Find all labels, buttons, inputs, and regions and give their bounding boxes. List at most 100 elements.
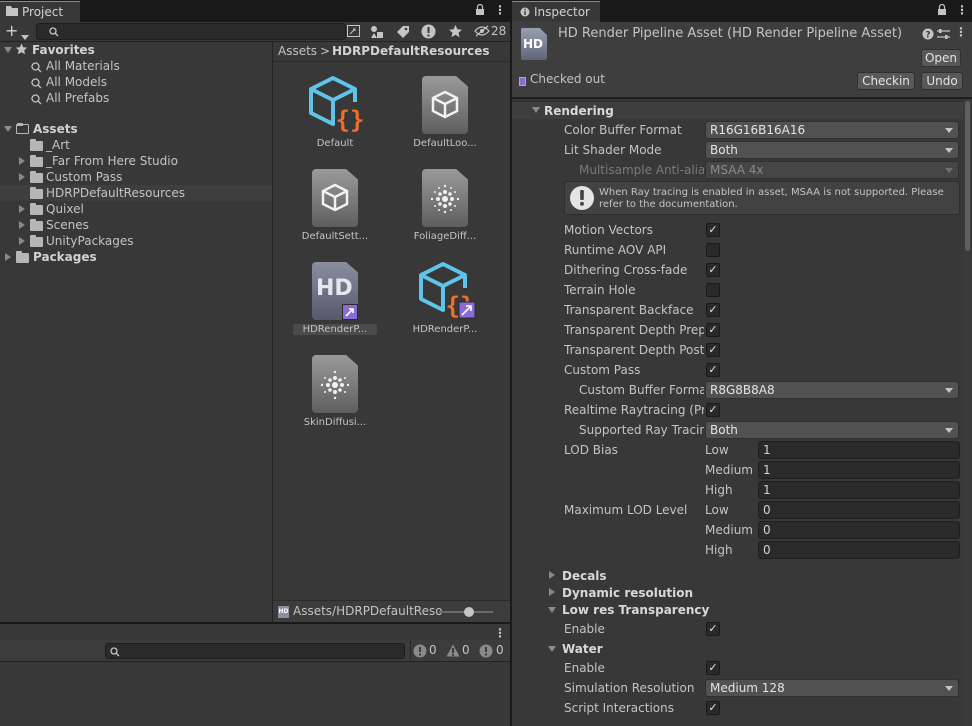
- kebab-menu-icon[interactable]: ⋮: [956, 3, 968, 17]
- breadcrumb-separator: >: [320, 44, 331, 58]
- color-buffer-format-dropdown[interactable]: R16G16B16A16: [705, 121, 959, 139]
- preset-icon[interactable]: [937, 28, 950, 43]
- chevron-down-icon: [945, 148, 953, 153]
- folder-item[interactable]: _Art: [0, 137, 272, 153]
- low-res-enable-checkbox[interactable]: ✓: [706, 622, 720, 636]
- transparent-backface-checkbox[interactable]: ✓: [706, 303, 720, 317]
- kebab-menu-icon[interactable]: ⋮: [494, 626, 506, 640]
- asset-item[interactable]: DefaultLoo...: [403, 76, 487, 149]
- chevron-right-icon[interactable]: [549, 571, 555, 579]
- decals-foldout[interactable]: Decals: [512, 567, 963, 584]
- label-filter-icon[interactable]: [396, 25, 410, 42]
- chevron-right-icon[interactable]: [19, 237, 25, 245]
- folder-item[interactable]: UnityPackages: [0, 233, 272, 249]
- motion-vectors-checkbox[interactable]: ✓: [706, 223, 720, 237]
- project-search-input[interactable]: [36, 23, 346, 40]
- folder-icon: [16, 251, 29, 263]
- info-filter-icon[interactable]: [479, 644, 493, 661]
- lod-bias-medium-field[interactable]: 1: [758, 461, 960, 479]
- favorites-row[interactable]: Favorites: [0, 42, 272, 58]
- lod-bias-high-field[interactable]: 1: [758, 481, 960, 499]
- chevron-down-icon[interactable]: [4, 47, 12, 53]
- kebab-menu-icon[interactable]: ⋮: [955, 25, 967, 39]
- console-search-input[interactable]: [105, 643, 405, 659]
- chevron-right-icon[interactable]: [19, 221, 25, 229]
- chevron-right-icon[interactable]: [549, 588, 555, 596]
- help-icon[interactable]: ?: [922, 28, 934, 43]
- max-lod-high-field[interactable]: 0: [758, 541, 960, 559]
- search-by-type-icon[interactable]: [347, 25, 361, 41]
- chevron-down-icon[interactable]: [4, 126, 12, 132]
- warning-helpbox: When Ray tracing is enabled in asset, MS…: [564, 181, 960, 215]
- asset-item[interactable]: SkinDiffusi...: [293, 355, 377, 428]
- transparent-depth-postpass-checkbox[interactable]: ✓: [706, 343, 720, 357]
- water-enable-checkbox[interactable]: ✓: [706, 661, 720, 675]
- folder-label: Scenes: [46, 218, 89, 232]
- realtime-raytracing-checkbox[interactable]: ✓: [706, 403, 720, 417]
- favorite-item[interactable]: All Models: [0, 74, 272, 90]
- filter-type-icon[interactable]: [370, 25, 384, 42]
- folder-item[interactable]: _Far From Here Studio: [0, 153, 272, 169]
- assets-row[interactable]: Assets: [0, 121, 272, 137]
- dynamic-resolution-foldout[interactable]: Dynamic resolution: [512, 584, 963, 601]
- folder-icon: [30, 155, 43, 167]
- error-filter-icon[interactable]: [413, 644, 427, 661]
- scrollbar-thumb[interactable]: [965, 101, 970, 251]
- chevron-down-icon[interactable]: [21, 29, 29, 43]
- asset-item[interactable]: {} Default: [293, 76, 377, 149]
- packages-row[interactable]: Packages: [0, 249, 272, 265]
- folder-item-selected[interactable]: HDRPDefaultResources: [0, 185, 272, 201]
- low-res-transparency-foldout[interactable]: Low res Transparency: [512, 601, 963, 618]
- runtime-aov-checkbox[interactable]: [706, 243, 720, 257]
- asset-item[interactable]: DefaultSett...: [293, 169, 377, 242]
- hd-asset-icon: HD: [278, 606, 289, 618]
- lit-shader-mode-dropdown[interactable]: Both: [705, 141, 959, 159]
- script-interactions-checkbox[interactable]: ✓: [706, 701, 720, 715]
- transparent-depth-prepass-checkbox[interactable]: ✓: [706, 323, 720, 337]
- zoom-slider-thumb[interactable]: [463, 607, 474, 617]
- favorite-item[interactable]: All Materials: [0, 58, 272, 74]
- kebab-menu-icon[interactable]: ⋮: [494, 3, 506, 17]
- breadcrumb-root[interactable]: Assets: [278, 44, 317, 58]
- chevron-right-icon[interactable]: [19, 157, 25, 165]
- checkin-button[interactable]: Checkin: [857, 72, 915, 90]
- log-filter-icon[interactable]: [421, 24, 436, 42]
- lock-icon[interactable]: [475, 3, 485, 19]
- simulation-resolution-dropdown[interactable]: Medium 128: [705, 679, 959, 697]
- max-lod-low-field[interactable]: 0: [758, 501, 960, 519]
- asset-item-selected[interactable]: HD HDRenderP...: [293, 262, 377, 335]
- chevron-down-icon[interactable]: [548, 646, 556, 652]
- chevron-right-icon[interactable]: [5, 253, 11, 261]
- lock-icon[interactable]: [937, 3, 947, 19]
- tab-project[interactable]: Project: [0, 1, 80, 22]
- water-foldout[interactable]: Water: [512, 640, 963, 657]
- chevron-down-icon[interactable]: [548, 607, 556, 613]
- folder-icon: [30, 187, 43, 199]
- chevron-right-icon[interactable]: [19, 205, 25, 213]
- max-lod-medium-field[interactable]: 0: [758, 521, 960, 539]
- asset-item[interactable]: {} HDRenderP...: [403, 262, 487, 335]
- hidden-eye-icon[interactable]: [474, 25, 490, 40]
- custom-buffer-format-dropdown[interactable]: R8G8B8A8: [705, 381, 959, 399]
- rendering-foldout[interactable]: Rendering: [512, 101, 963, 119]
- breadcrumb-current[interactable]: HDRPDefaultResources: [332, 44, 489, 58]
- undo-button[interactable]: Undo: [921, 72, 963, 90]
- terrain-hole-checkbox[interactable]: [706, 283, 720, 297]
- chevron-right-icon[interactable]: [19, 173, 25, 181]
- dithering-checkbox[interactable]: ✓: [706, 263, 720, 277]
- open-button[interactable]: Open: [921, 49, 961, 67]
- chevron-down-icon[interactable]: [532, 107, 540, 113]
- warning-filter-icon[interactable]: [446, 644, 460, 660]
- favorite-item[interactable]: All Prefabs: [0, 90, 272, 106]
- star-icon[interactable]: [448, 24, 463, 42]
- add-button[interactable]: +: [5, 22, 18, 40]
- asset-item[interactable]: FoliageDiff...: [403, 169, 487, 242]
- lod-bias-low-field[interactable]: 1: [758, 441, 960, 459]
- tab-inspector[interactable]: Inspector: [512, 1, 600, 22]
- custom-pass-checkbox[interactable]: ✓: [706, 363, 720, 377]
- folder-item[interactable]: Custom Pass: [0, 169, 272, 185]
- folder-item[interactable]: Quixel: [0, 201, 272, 217]
- supported-ray-tracing-dropdown[interactable]: Both: [705, 421, 959, 439]
- folder-item[interactable]: Scenes: [0, 217, 272, 233]
- scrollbar[interactable]: [963, 99, 972, 726]
